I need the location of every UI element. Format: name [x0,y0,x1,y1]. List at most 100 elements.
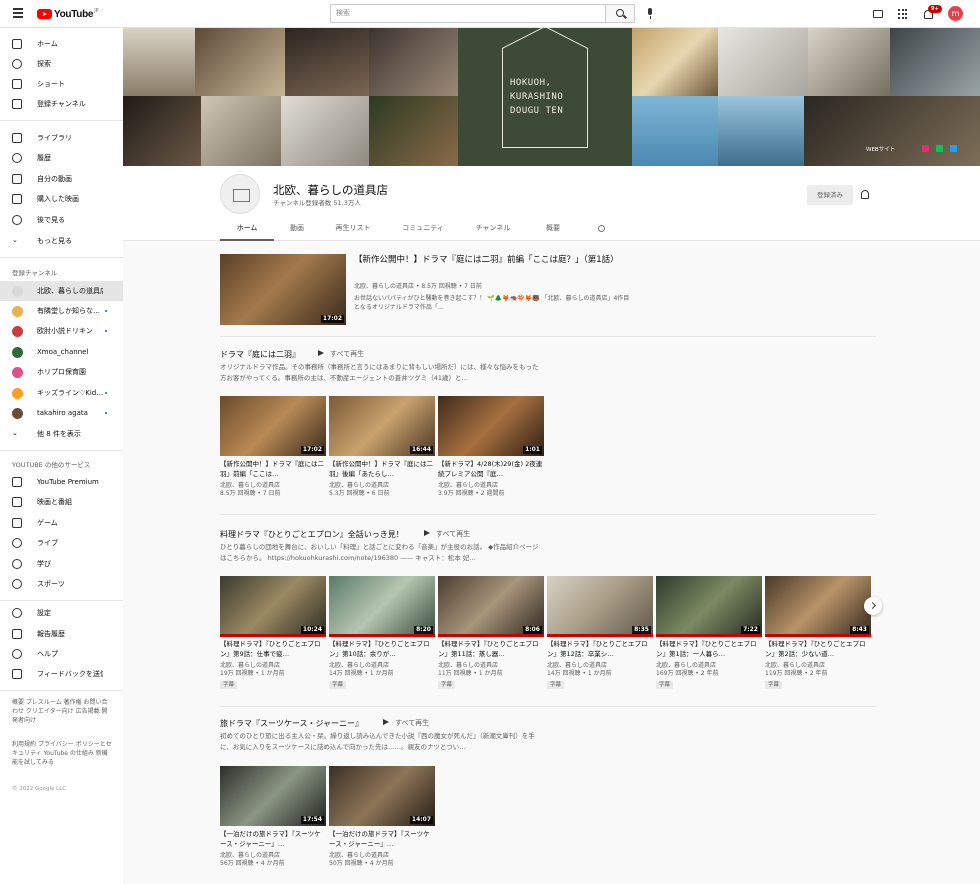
video-title[interactable]: 【料理ドラマ】『ひとりごとエプロン』第12話：卒業シ… [547,639,653,659]
video-channel[interactable]: 北欧、暮らしの道具店 [220,662,326,670]
video-channel[interactable]: 北欧、暮らしの道具店 [656,662,762,670]
video-thumbnail[interactable]: 10:24 [220,576,326,637]
microphone-icon[interactable] [647,8,653,20]
sidebar-item-report-history[interactable]: 報告履歴 [0,624,123,644]
video-title[interactable]: 【一泊だけの旅ドラマ】『スーツケース・ジャーニー』… [220,829,326,849]
sidebar-item-history[interactable]: 履歴 [0,148,123,168]
shelf-next-button[interactable] [864,597,882,615]
video-thumbnail[interactable]: 7:22 [656,576,762,637]
video-channel[interactable]: 北欧、暮らしの道具店 [220,482,326,490]
video-card[interactable]: 1:01 【新ドラマ】4/28(木)29(金) 2夜連続プレミア公開『庭… 北欧… [438,396,544,498]
sidebar-item-my-videos[interactable]: 自分の動画 [0,169,123,189]
video-channel[interactable]: 北欧、暮らしの道具店 [220,852,326,860]
sidebar-item-help[interactable]: ヘルプ [0,644,123,664]
video-thumbnail[interactable]: 8:20 [329,576,435,637]
search-button[interactable] [605,4,635,23]
sidebar-show-more-subs[interactable]: ⌄ 他 8 件を表示 [0,424,123,444]
sidebar-item-settings[interactable]: 設定 [0,603,123,623]
twitter-icon[interactable] [950,145,957,152]
instagram-icon[interactable] [922,145,929,152]
video-title[interactable]: 【一泊だけの旅ドラマ】『スーツケース・ジャーニー』… [329,829,435,849]
tab-videos[interactable]: 動画 [278,219,316,241]
sidebar-sub-7[interactable]: takahiro agata [0,403,123,423]
video-thumbnail[interactable]: 8:06 [438,576,544,637]
sidebar-item-explore[interactable]: 探索 [0,54,123,74]
video-channel[interactable]: 北欧、暮らしの道具店 [329,482,435,490]
tab-home[interactable]: ホーム [220,219,274,241]
video-thumbnail[interactable]: 14:07 [329,766,435,826]
video-channel[interactable]: 北欧、暮らしの道具店 [765,662,871,670]
sidebar-sub-hokuoh[interactable]: 北欧、暮らしの道具店 [0,281,123,301]
video-title[interactable]: 【料理ドラマ】『ひとりごとエプロン』第9話：仕事で疲… [220,639,326,659]
video-title[interactable]: 【新作公開中！】ドラマ『庭には二羽』後編「あたらし… [329,459,435,479]
play-all-button[interactable]: すべて再生 [423,529,470,539]
video-card[interactable]: 8:43 【料理ドラマ】『ひとりごとエプロン』第2話：少ない道… 北欧、暮らしの… [765,576,871,689]
featured-video-title[interactable]: 【新作公開中！】ドラマ『庭には二羽』前編「ここは庭？」（第1話） [354,254,634,267]
sidebar-sub-4[interactable]: Xmoa_channel [0,342,123,362]
shelf-title[interactable]: 旅ドラマ『スーツケース・ジャーニー』 [220,718,363,729]
video-title[interactable]: 【新作公開中！】ドラマ『庭には二羽』前編「ここは… [220,459,326,479]
video-channel[interactable]: 北欧、暮らしの道具店 [329,662,435,670]
sidebar-item-feedback[interactable]: フィードバックを送信 [0,664,123,684]
video-thumbnail[interactable]: 17:02 [220,396,326,456]
search-input[interactable]: 検索 [330,4,606,23]
sidebar-item-watch-later[interactable]: 後で見る [0,210,123,230]
youtube-logo[interactable]: YouTube JP [37,8,99,20]
sidebar-item-library[interactable]: ライブラリ [0,128,123,148]
play-all-button[interactable]: すべて再生 [382,718,429,728]
sidebar-item-premium[interactable]: YouTube Premium [0,472,123,492]
video-title[interactable]: 【料理ドラマ】『ひとりごとエプロン』第1話：一人暮ら… [656,639,762,659]
sidebar-footer-links[interactable]: 利用規約 プライバシー ポリシーとセキュリティ YouTube の仕組み 新機能… [12,740,112,767]
play-all-button[interactable]: すべて再生 [317,349,364,359]
sidebar-item-live[interactable]: ライブ [0,533,123,553]
video-card[interactable]: 10:24 【料理ドラマ】『ひとりごとエプロン』第9話：仕事で疲… 北欧、暮らし… [220,576,326,689]
sidebar-item-gaming[interactable]: ゲーム [0,513,123,533]
video-card[interactable]: 17:54 【一泊だけの旅ドラマ】『スーツケース・ジャーニー』… 北欧、暮らしの… [220,766,326,868]
create-video-icon[interactable] [873,10,883,18]
video-card[interactable]: 7:22 【料理ドラマ】『ひとりごとエプロン』第1話：一人暮ら… 北欧、暮らしの… [656,576,762,689]
video-title[interactable]: 【料理ドラマ】『ひとりごとエプロン』第10話：余りが… [329,639,435,659]
notification-bell-icon[interactable] [860,189,870,200]
sidebar-item-movies[interactable]: 映画と番組 [0,492,123,512]
sidebar-sub-3[interactable]: 欧肘小説ドリキン [0,321,123,341]
video-channel[interactable]: 北欧、暮らしの道具店 [438,482,544,490]
video-card[interactable]: 8:20 【料理ドラマ】『ひとりごとエプロン』第10話：余りが… 北欧、暮らしの… [329,576,435,689]
apps-icon[interactable] [898,9,908,19]
featured-video-thumbnail[interactable]: 17:02 [220,254,346,325]
sidebar-item-sports[interactable]: スポーツ [0,574,123,594]
sidebar-item-subscriptions[interactable]: 登録チャンネル [0,94,123,114]
video-channel[interactable]: 北欧、暮らしの道具店 [438,662,544,670]
sidebar-sub-6[interactable]: キッズライン♡Kid… [0,383,123,403]
sidebar-item-shorts[interactable]: ショート [0,74,123,94]
tab-channels[interactable]: チャンネル [466,219,520,241]
video-card[interactable]: 16:44 【新作公開中！】ドラマ『庭には二羽』後編「あたらし… 北欧、暮らしの… [329,396,435,498]
channel-avatar[interactable] [220,174,260,214]
video-thumbnail[interactable]: 17:54 [220,766,326,826]
sidebar-sub-2[interactable]: 有隣堂しか知らな… [0,301,123,321]
sidebar-item-home[interactable]: ホーム [0,34,123,54]
video-card[interactable]: 17:02 【新作公開中！】ドラマ『庭には二羽』前編「ここは… 北欧、暮らしの道… [220,396,326,498]
account-avatar[interactable]: m [948,6,963,21]
video-thumbnail[interactable]: 16:44 [329,396,435,456]
tab-community[interactable]: コミュニティ [390,219,456,241]
subscribed-button[interactable]: 登録済み [807,185,853,205]
video-thumbnail[interactable]: 8:43 [765,576,871,637]
video-channel[interactable]: 北欧、暮らしの道具店 [329,852,435,860]
banner-web-link[interactable]: WEBサイト [866,145,895,153]
video-card[interactable]: 14:07 【一泊だけの旅ドラマ】『スーツケース・ジャーニー』… 北欧、暮らしの… [329,766,435,868]
search-icon[interactable] [598,225,605,232]
menu-icon[interactable] [13,8,23,18]
tab-about[interactable]: 概要 [532,219,574,241]
sidebar-item-purchases[interactable]: 購入した映画 [0,189,123,209]
sidebar-sub-5[interactable]: ホリプロ保育園 [0,362,123,382]
sidebar-item-learning[interactable]: 学び [0,554,123,574]
video-thumbnail[interactable]: 1:01 [438,396,544,456]
video-title[interactable]: 【新ドラマ】4/28(木)29(金) 2夜連続プレミア公開『庭… [438,459,544,479]
video-title[interactable]: 【料理ドラマ】『ひとりごとエプロン』第2話：少ない道… [765,639,871,659]
tab-playlists[interactable]: 再生リスト [324,219,382,241]
video-title[interactable]: 【料理ドラマ】『ひとりごとエプロン』第11話：蒸し器… [438,639,544,659]
shelf-title[interactable]: 料理ドラマ『ひとりごとエプロン』全話いっき見！ [220,529,404,540]
sidebar-item-show-more[interactable]: ⌄ もっと見る [0,231,123,251]
video-card[interactable]: 8:06 【料理ドラマ】『ひとりごとエプロン』第11話：蒸し器… 北欧、暮らしの… [438,576,544,689]
shelf-title[interactable]: ドラマ『庭には二羽』 [220,349,300,360]
